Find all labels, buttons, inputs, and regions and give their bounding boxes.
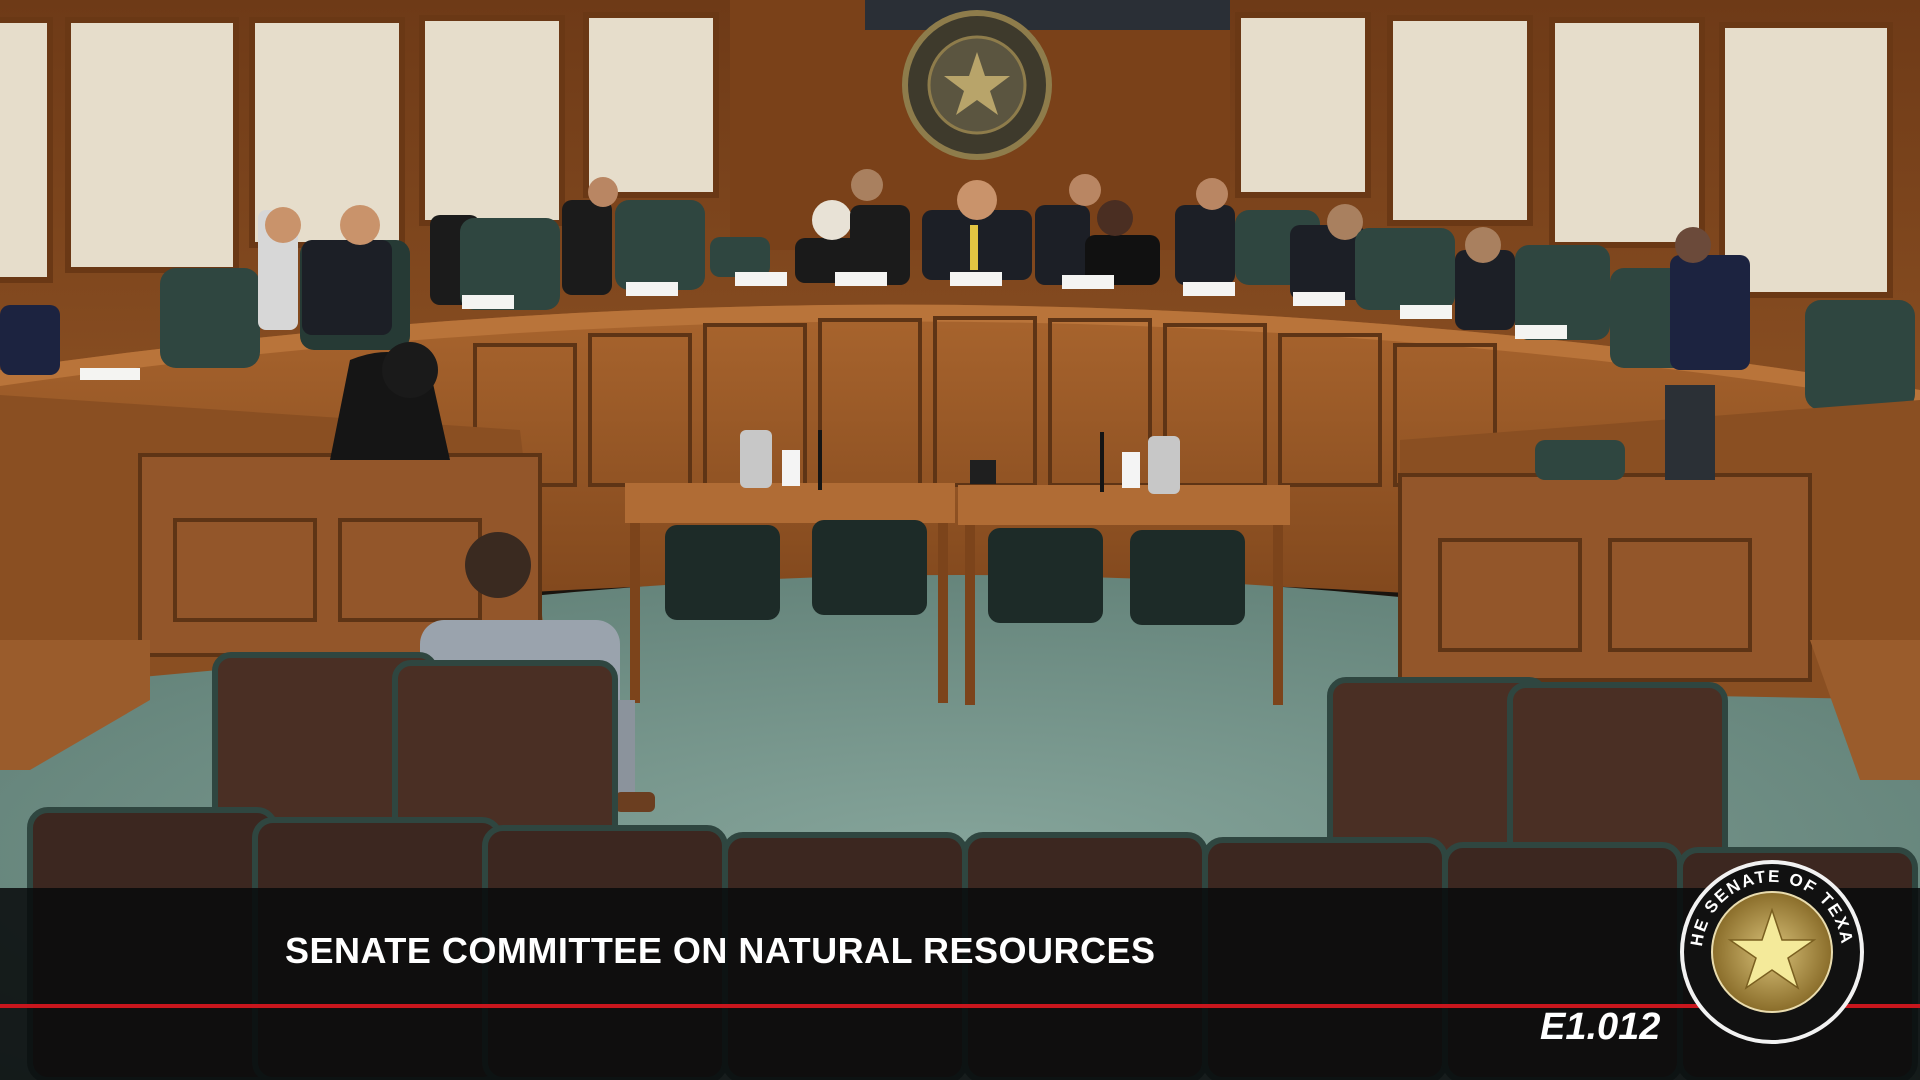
lower-third-banner [0,888,1920,1080]
room-number: E1.012 [1540,1006,1661,1048]
senate-seal-logo: THE SENATE OF TEXAS [1678,858,1864,1044]
committee-title: SENATE COMMITTEE ON NATURAL RESOURCES [285,930,1156,971]
monitor-top [865,0,1230,30]
wall-seal [902,10,1052,160]
